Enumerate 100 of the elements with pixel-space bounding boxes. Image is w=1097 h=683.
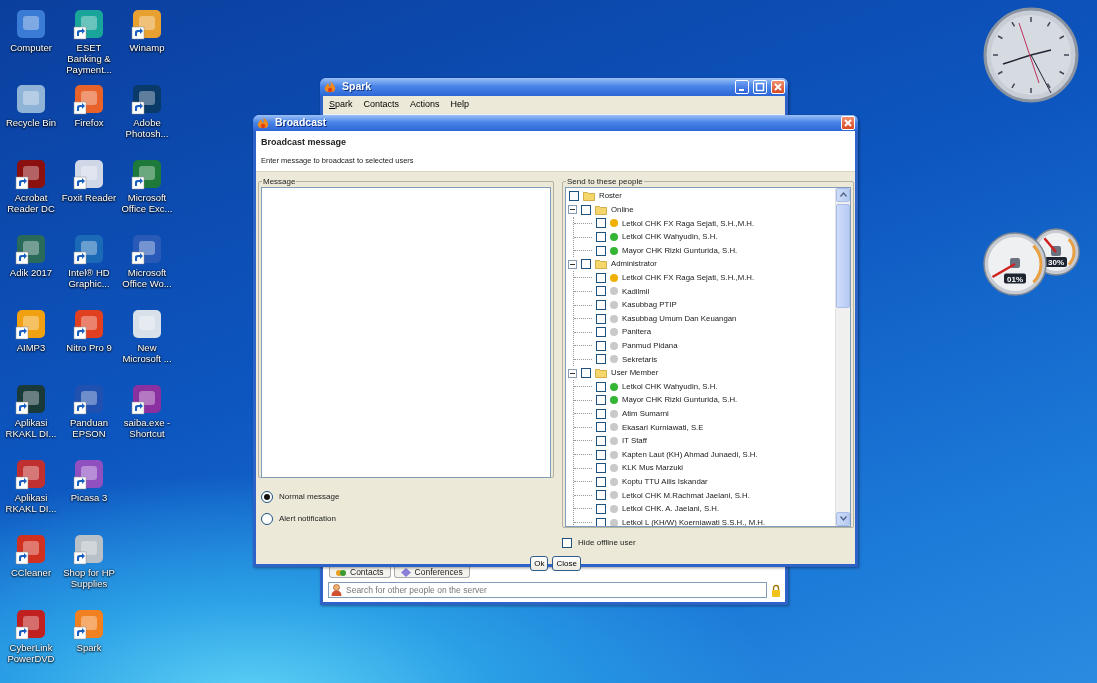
checkbox[interactable] [596,354,606,365]
dialog-heading: Broadcast message [261,135,348,149]
checkbox[interactable] [581,204,591,215]
radio-label[interactable]: Alert notification [279,512,336,525]
meter-reading: 01% [1007,274,1023,284]
icon-label[interactable]: Firefox [74,118,104,129]
icon-label[interactable]: Computer [10,43,52,54]
app-icon[interactable] [15,608,47,640]
icon-label[interactable]: CCleaner [10,568,52,579]
gauge-needle [1043,237,1057,253]
app-icon[interactable] [73,458,105,490]
icon-label[interactable]: Intel® HD Graphic... [60,268,118,290]
collapse-icon[interactable] [568,205,577,215]
app-icon[interactable] [15,458,47,490]
checkbox[interactable] [596,272,606,283]
icon-label[interactable]: Panduan EPSON [60,418,118,440]
flame-icon [256,115,270,130]
collapse-icon[interactable] [568,368,577,378]
icon-label[interactable]: Recycle Bin [5,118,57,129]
icon-label[interactable]: Winamp [129,43,165,54]
app-icon[interactable] [73,158,105,190]
app-icon[interactable] [73,383,105,415]
checkbox[interactable] [596,490,606,501]
checkbox[interactable] [581,259,591,270]
checkbox[interactable] [596,381,606,392]
people-icon [336,567,346,577]
checkbox[interactable] [581,368,591,378]
icon-label[interactable]: saiba.exe - Shortcut [118,418,176,440]
icon-label[interactable]: Microsoft Office Exc... [118,193,176,215]
checkbox[interactable] [596,422,606,433]
app-icon[interactable] [131,308,163,340]
app-icon[interactable] [131,158,163,190]
scrollbar[interactable] [835,187,850,526]
app-icon[interactable] [15,83,47,115]
checkbox[interactable] [596,327,606,338]
app-icon[interactable] [15,533,47,565]
app-icon[interactable] [15,158,47,190]
app-icon[interactable] [131,383,163,415]
radio-button[interactable] [261,512,273,525]
folder-icon [595,259,607,270]
icon-label[interactable]: Aplikasi RKAKL DI... [2,418,60,440]
checkbox[interactable] [596,395,606,406]
menu-item[interactable]: Contacts [363,98,400,112]
checkbox[interactable] [569,191,579,202]
icon-label[interactable]: Foxit Reader [61,193,117,204]
checkbox[interactable] [596,218,606,229]
radio-label[interactable]: Normal message [279,490,340,503]
checkbox[interactable] [596,408,606,419]
icon-label[interactable]: Aplikasi RKAKL DI... [2,493,60,515]
checkbox[interactable] [596,517,606,526]
app-icon[interactable] [15,308,47,340]
app-icon[interactable] [73,233,105,265]
checkbox[interactable] [596,245,606,256]
checkbox[interactable] [596,503,606,514]
icon-label[interactable]: Adik 2017 [9,268,53,279]
checkbox[interactable] [562,537,572,548]
icon-label[interactable]: New Microsoft ... [118,343,176,365]
menu-item[interactable]: Actions [410,98,440,112]
flame-icon [323,80,337,94]
checkbox-label[interactable]: Hide offline user [578,536,636,549]
radio-button[interactable] [261,490,273,503]
checkbox[interactable] [596,232,606,243]
app-icon[interactable] [131,233,163,265]
checkbox[interactable] [596,300,606,311]
app-icon[interactable] [73,308,105,340]
icon-label[interactable]: ESET Banking & Payment... [60,43,118,76]
icon-label[interactable]: Acrobat Reader DC [2,193,60,215]
window-title: Broadcast [275,115,327,130]
group-label: Message [262,177,297,186]
icon-label[interactable]: Nitro Pro 9 [66,343,112,354]
icon-label[interactable]: Adobe Photosh... [118,118,176,140]
dialog-button[interactable]: Ok [530,555,549,572]
checkbox[interactable] [596,286,606,297]
checkbox[interactable] [596,449,606,460]
app-icon[interactable] [73,83,105,115]
menu-item[interactable]: Help [450,98,470,112]
scroll-up-icon[interactable] [839,192,847,197]
checkbox[interactable] [596,340,606,351]
folder-icon [583,191,595,202]
app-icon[interactable] [131,83,163,115]
menu-item[interactable]: Spark [329,98,353,112]
gauge-needle [991,262,1016,279]
search-field[interactable]: Search for other people on the server [328,582,767,598]
scroll-down-icon[interactable] [839,516,847,521]
app-icon[interactable] [15,383,47,415]
app-icon[interactable] [73,8,105,40]
checkbox[interactable] [596,313,606,324]
icon-label[interactable]: AIMP3 [16,343,46,354]
icon-label[interactable]: Picasa 3 [70,493,108,504]
collapse-icon[interactable] [568,259,577,269]
checkbox[interactable] [596,476,606,487]
group-label: Send to these people [566,177,644,186]
app-icon[interactable] [15,233,47,265]
app-icon[interactable] [131,8,163,40]
folder-icon [595,204,607,215]
checkbox[interactable] [596,463,606,474]
dialog-button[interactable]: Close [552,555,581,572]
checkbox[interactable] [596,436,606,446]
window-title: Spark [342,79,372,95]
icon-label[interactable]: Microsoft Office Wo... [118,268,176,290]
